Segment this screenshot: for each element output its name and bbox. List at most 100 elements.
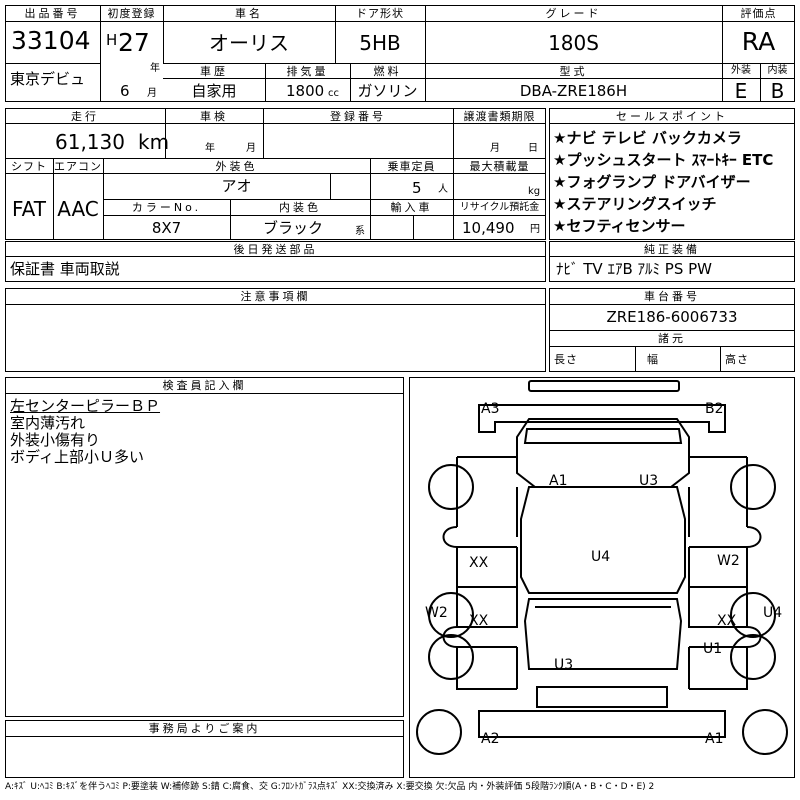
reg-label: 初度登録 — [107, 7, 156, 20]
displacement-label: 排気量 — [286, 65, 329, 78]
history-label: 車歴 — [200, 65, 228, 78]
dims-label: 諸元 — [658, 332, 686, 345]
length-label: 長さ — [554, 353, 578, 366]
int-grade: B — [770, 79, 785, 103]
car-name: オーリス — [209, 31, 289, 55]
sales-point-item: ★フォグランプ ドアバイザー — [553, 173, 751, 191]
fuel: ガソリン — [357, 82, 418, 100]
door-type: 5HB — [359, 31, 401, 55]
recycle: 10,490 — [462, 219, 515, 237]
chassis-label: 車台番号 — [644, 290, 700, 303]
venue: 東京デビュ — [10, 70, 86, 88]
ac: AAC — [57, 197, 99, 221]
capacity: 5 — [412, 179, 422, 197]
transfer-label: 譲渡書類期限 — [463, 110, 536, 123]
color-no: 8X7 — [151, 219, 182, 237]
displacement-unit: cc — [328, 88, 339, 99]
sales-points-label: セールスポイント — [616, 110, 728, 123]
height-label: 高さ — [725, 353, 749, 366]
int-color-label: 内装色 — [279, 201, 321, 214]
max-load-label: 最大積載量 — [469, 160, 530, 173]
lot-number: 33104 — [11, 26, 91, 55]
displacement: 1800 — [286, 82, 325, 100]
transfer-month-unit: 月 — [490, 143, 500, 154]
capacity-label: 乗車定員 — [387, 160, 436, 173]
reg-month: 6 — [120, 82, 130, 100]
recycle-unit: 円 — [530, 224, 540, 235]
model: DBA-ZRE186H — [519, 82, 628, 100]
equipment: ﾅﾋﾞ TV ｴｱB ｱﾙﾐ PS PW — [556, 260, 712, 278]
grade-label: グレード — [545, 7, 602, 20]
max-load-unit: kg — [528, 186, 541, 197]
int-color: ブラック — [263, 219, 324, 237]
damage-mark: XX — [469, 613, 489, 629]
history: 自家用 — [191, 82, 237, 100]
inspector-label: 検査員記入欄 — [162, 379, 247, 392]
sales-point-item: ★ナビ テレビ バックカメラ — [553, 129, 742, 147]
color-no-label: カラーNo. — [131, 201, 202, 214]
damage-mark: XX — [469, 555, 489, 571]
damage-mark: A1 — [549, 473, 567, 489]
shift: FAT — [11, 197, 46, 221]
ext-grade: E — [734, 79, 748, 103]
import-label: 輸入車 — [390, 201, 433, 214]
later-parts: 保証書 車両取説 — [10, 260, 120, 278]
equipment-label: 純正装備 — [644, 243, 700, 256]
score-label: 評価点 — [740, 7, 777, 20]
shift-label: シフト — [11, 160, 47, 173]
ext-label: 外装 — [731, 65, 751, 76]
sales-point-item: ★ステアリングスイッチ — [553, 195, 717, 213]
capacity-unit: 人 — [438, 184, 448, 195]
inspector-line: ボディ上部小Ｕ多い — [10, 448, 144, 466]
office-label: 事務局よりご案内 — [148, 722, 261, 735]
sales-point-item: ★セフティセンサー — [553, 217, 686, 235]
ac-label: エアコン — [54, 160, 102, 173]
reg-year-unit: 年 — [150, 63, 160, 74]
damage-mark: U4 — [591, 549, 610, 565]
damage-mark: W2 — [717, 553, 740, 569]
mileage-unit: km — [138, 130, 170, 154]
notes-label: 注意事項欄 — [240, 290, 311, 303]
mileage-label: 走行 — [71, 110, 99, 123]
inspector-line: 左センターピラーＢＰ — [10, 397, 161, 415]
damage-mark: A2 — [481, 731, 499, 747]
inspection-label: 車検 — [200, 110, 228, 123]
model-label: 型式 — [559, 65, 588, 78]
name-label: 車名 — [235, 7, 263, 20]
car-diagram: A3 B2 A1 U3 XX U4 W2 W2 XX XX U4 U1 U3 A… — [416, 380, 788, 755]
recycle-label: リサイクル預託金 — [459, 202, 540, 213]
lot-label: 出品番号 — [24, 7, 81, 20]
ext-color-label: 外装色 — [215, 160, 258, 173]
door-label: ドア形状 — [356, 7, 404, 20]
inspection-month-unit: 月 — [246, 143, 256, 154]
reg-era: H — [106, 31, 118, 49]
score: RA — [741, 27, 776, 56]
damage-mark: A1 — [705, 731, 723, 747]
inspector-line: 外装小傷有り — [10, 431, 101, 449]
mileage: 61,130 — [55, 130, 125, 154]
inspection-year-unit: 年 — [205, 143, 215, 154]
damage-mark: U3 — [554, 657, 573, 673]
sales-point-item: ★プッシュスタート ｽﾏｰﾄｷｰ ETC — [553, 151, 774, 169]
damage-mark: U1 — [703, 641, 722, 657]
damage-mark: W2 — [425, 605, 448, 621]
damage-mark: B2 — [705, 401, 724, 417]
chassis-number: ZRE186-6006733 — [606, 308, 738, 326]
inspector-line: 室内薄汚れ — [10, 414, 86, 432]
ext-color: アオ — [221, 177, 252, 195]
reg-month-unit: 月 — [147, 88, 157, 99]
int-color-suffix: 系 — [355, 226, 365, 237]
plate-label: 登録番号 — [330, 110, 386, 123]
damage-mark: A3 — [481, 401, 499, 417]
transfer-day-unit: 日 — [528, 143, 538, 154]
fuel-label: 燃料 — [373, 65, 402, 78]
damage-mark: XX — [717, 613, 737, 629]
footer-legend: A:ｷｽﾞ U:ﾍｺﾐ B:ｷｽﾞを伴うﾍｺﾐ P:要塗装 W:補修跡 S:錆 … — [5, 782, 655, 792]
damage-mark: U3 — [639, 473, 658, 489]
int-label: 内装 — [767, 65, 788, 76]
reg-year: 27 — [118, 28, 150, 57]
width-label: 幅 — [647, 353, 659, 366]
grade: 180S — [548, 31, 599, 55]
later-parts-label: 後日発送部品 — [233, 243, 318, 256]
damage-mark: U4 — [763, 605, 782, 621]
